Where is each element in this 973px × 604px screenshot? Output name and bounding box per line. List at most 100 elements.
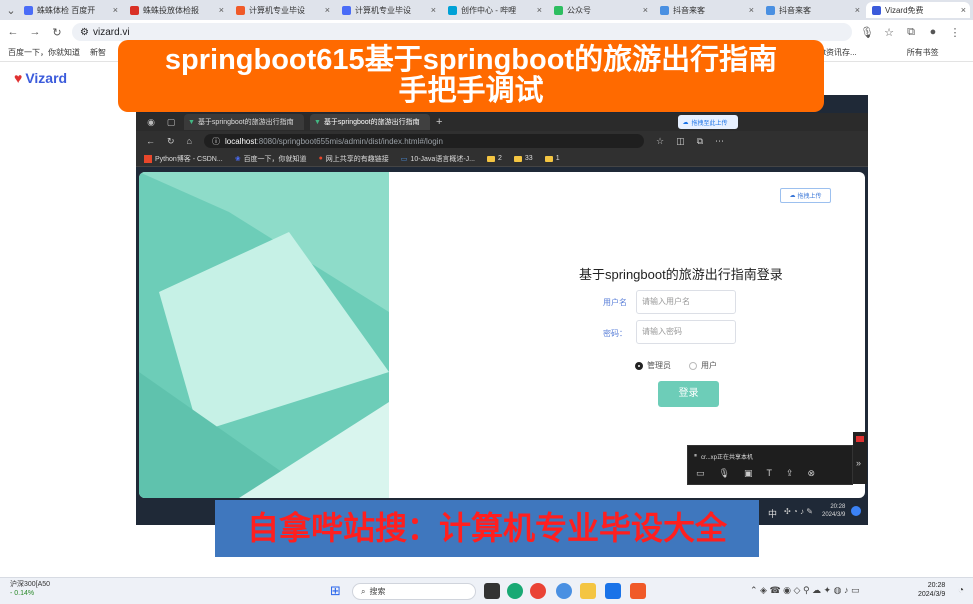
- bookmark-item[interactable]: Python博客 - CSDN...: [144, 154, 223, 164]
- share-icon[interactable]: ⇪: [786, 468, 794, 479]
- inner-address-bar[interactable]: ⓘ localhost:8080/springboot655mis/admin/…: [203, 134, 644, 148]
- vizard-logo[interactable]: ♥ Vizard: [14, 70, 67, 86]
- menu-icon[interactable]: ⋮: [948, 26, 962, 39]
- close-tab-icon[interactable]: ×: [961, 5, 966, 15]
- tab-favicon-icon: [660, 5, 669, 15]
- bookmark-folder[interactable]: 2: [487, 155, 502, 162]
- pause-icon[interactable]: ⏸: [694, 453, 697, 460]
- app-icon[interactable]: [556, 583, 572, 599]
- outer-tab[interactable]: 抖音来客 ×: [760, 2, 864, 18]
- collections-icon[interactable]: ⧉: [697, 136, 703, 147]
- tray-icons[interactable]: ✣ ◔ ♪ ✎: [784, 507, 813, 516]
- outer-tab[interactable]: 计算机专业毕设 ×: [230, 2, 334, 18]
- drag-upload-button[interactable]: ☁ 拖拽上传: [780, 188, 831, 203]
- task-view-icon[interactable]: [484, 583, 500, 599]
- clock-time: 20:28: [927, 582, 946, 589]
- system-tray-icons[interactable]: ⌃ ◈ ☎ ◉ ◇ ⚲ ☁ ✦ ◍ ♪ ▭: [750, 585, 859, 596]
- back-icon[interactable]: ←: [146, 136, 155, 146]
- role-admin-label: 管理员: [647, 361, 671, 370]
- avatar-icon[interactable]: ◉: [144, 117, 158, 128]
- stock-change: - 0.14%: [10, 590, 35, 597]
- outer-address-bar[interactable]: ⚙ vizard.vi: [72, 23, 852, 41]
- close-tab-icon[interactable]: ×: [643, 5, 648, 15]
- reload-icon[interactable]: ↻: [167, 136, 175, 147]
- bookmark-item[interactable]: ▭ 10-Java语言概述-J...: [401, 154, 475, 164]
- role-admin-radio[interactable]: 管理员: [635, 360, 671, 371]
- widget-side-handle[interactable]: »: [853, 432, 867, 484]
- radio-checked-icon: [635, 361, 643, 370]
- close-tab-icon[interactable]: ×: [749, 5, 754, 15]
- decorative-shapes: [139, 172, 389, 498]
- outer-tab[interactable]: 计算机专业毕设 ×: [336, 2, 440, 18]
- bookmark-item[interactable]: 百度一下，你就知道: [8, 47, 80, 58]
- outer-tab[interactable]: 公众号 ×: [548, 2, 652, 18]
- taskbar-search[interactable]: ⌕ 搜索: [352, 583, 476, 600]
- inner-tab-active[interactable]: ▼ 基于springboot的旅游出行指南: [310, 114, 430, 130]
- close-tab-icon[interactable]: ×: [431, 5, 436, 15]
- cloud-upload-label: 拖拽至此上传: [691, 120, 728, 127]
- close-circle-icon[interactable]: ⊗: [808, 468, 816, 479]
- tab-list-chevron-icon[interactable]: ⌄: [4, 4, 18, 17]
- bookmark-item[interactable]: 新智: [90, 47, 106, 58]
- back-icon[interactable]: ←: [6, 26, 20, 38]
- notification-bell-icon[interactable]: ◔: [958, 585, 964, 596]
- inner-clock[interactable]: 20:28 2024/3/9: [822, 503, 845, 519]
- edge-icon[interactable]: [507, 583, 523, 599]
- chat-icon[interactable]: ▭: [696, 468, 705, 479]
- profile-icon[interactable]: ●: [926, 26, 940, 38]
- microphone-icon[interactable]: 🎙: [719, 468, 730, 479]
- site-info-icon[interactable]: ⚙: [80, 27, 89, 38]
- outer-tab[interactable]: 蛛蛛投放体检报 ×: [124, 2, 228, 18]
- bookmark-star-icon[interactable]: ☆: [882, 26, 896, 39]
- all-bookmarks[interactable]: 所有书签: [907, 47, 939, 58]
- chrome-icon[interactable]: [530, 583, 546, 599]
- heart-logo-icon: ♥: [14, 70, 23, 86]
- bookmark-folder[interactable]: 33: [513, 155, 533, 162]
- bookmark-folder[interactable]: 1: [544, 155, 560, 162]
- inner-date: 2024/3/9: [822, 512, 846, 518]
- app-icon[interactable]: [630, 583, 646, 599]
- password-input[interactable]: 请输入密码: [636, 320, 736, 344]
- outer-tab[interactable]: 抖音来客 ×: [654, 2, 758, 18]
- new-tab-icon[interactable]: +: [436, 116, 442, 128]
- home-icon[interactable]: ⌂: [187, 136, 192, 146]
- clock-date: 2024/3/9: [918, 591, 946, 598]
- close-tab-icon[interactable]: ×: [855, 5, 860, 15]
- bookmark-item[interactable]: ● 网上共享的有趣链接: [319, 154, 389, 164]
- outer-tab[interactable]: 创作中心 - 哔哩 ×: [442, 2, 546, 18]
- cloud-upload-badge[interactable]: ☁ 拖拽至此上传: [678, 115, 739, 129]
- app-icon[interactable]: [605, 583, 621, 599]
- extensions-icon[interactable]: ⧉: [904, 26, 918, 39]
- close-tab-icon[interactable]: ×: [219, 5, 224, 15]
- inner-toolbar: ← ↻ ⌂ ⓘ localhost:8080/springboot655mis/…: [136, 131, 868, 151]
- microphone-icon[interactable]: 🎙: [860, 26, 874, 39]
- reload-icon[interactable]: ↻: [50, 26, 64, 39]
- title-banner: springboot615基于springboot的旅游出行指南 手把手调试: [118, 40, 824, 112]
- username-input[interactable]: 请输入用户名: [636, 290, 736, 314]
- forward-icon[interactable]: →: [28, 26, 42, 38]
- workspaces-icon[interactable]: ▢: [164, 117, 178, 128]
- camera-icon[interactable]: ▣: [744, 468, 753, 479]
- outer-tab[interactable]: Vizard免费 ×: [866, 2, 970, 18]
- file-explorer-icon[interactable]: [580, 583, 596, 599]
- close-tab-icon[interactable]: ×: [113, 5, 118, 15]
- inner-tab-label: 基于springboot的旅游出行指南: [323, 119, 420, 126]
- login-button[interactable]: 登录: [658, 381, 719, 407]
- split-screen-icon[interactable]: ◫: [676, 136, 685, 147]
- favorites-icon[interactable]: ☆: [656, 136, 664, 147]
- outer-tab[interactable]: 蛛蛛体检 百度开 ×: [18, 2, 122, 18]
- stock-widget[interactable]: 沪深300[A50 - 0.14%: [10, 580, 50, 598]
- close-tab-icon[interactable]: ×: [537, 5, 542, 15]
- ime-indicator[interactable]: 中: [768, 507, 777, 520]
- system-clock[interactable]: 20:28 2024/3/9: [918, 581, 945, 599]
- start-icon[interactable]: ⊞: [330, 583, 341, 599]
- role-user-radio[interactable]: 用户: [689, 360, 717, 371]
- expand-icon[interactable]: »: [856, 458, 861, 468]
- bookmark-item[interactable]: ❀ 百度一下，你就知道: [235, 154, 307, 164]
- notification-icon[interactable]: [851, 506, 861, 516]
- text-icon[interactable]: T: [766, 468, 772, 479]
- inner-tab-label: 基于springboot的旅游出行指南: [197, 119, 294, 126]
- close-tab-icon[interactable]: ×: [325, 5, 330, 15]
- more-icon[interactable]: ⋯: [715, 136, 724, 147]
- inner-tab[interactable]: ▼ 基于springboot的旅游出行指南: [184, 114, 304, 130]
